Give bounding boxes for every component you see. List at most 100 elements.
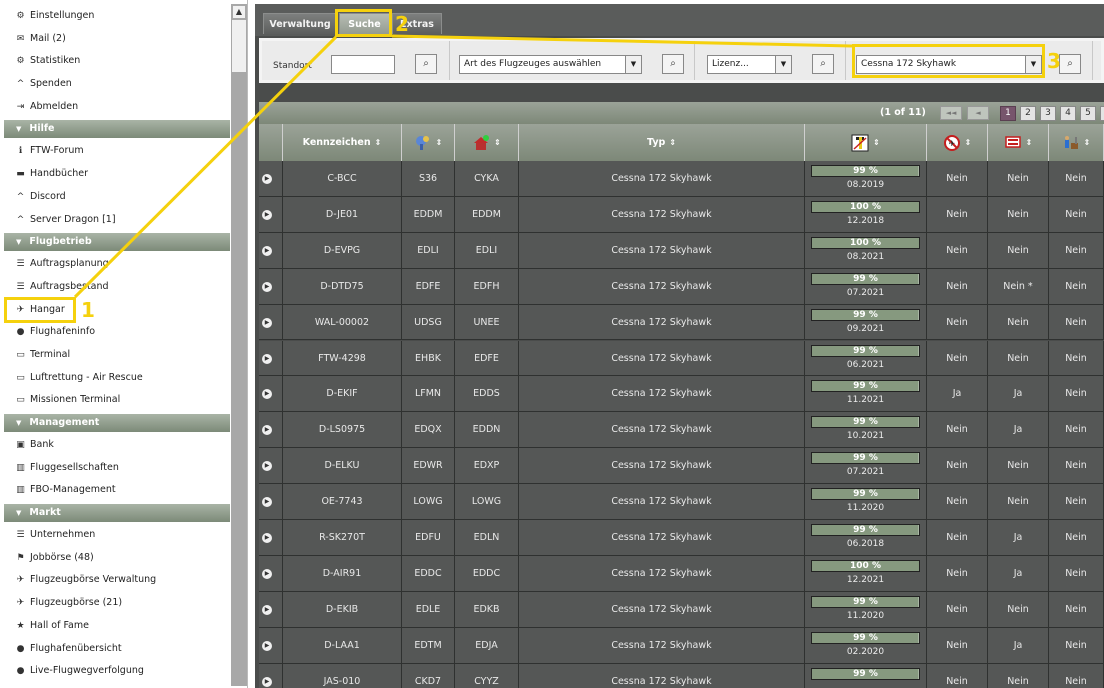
aircraft-type-select[interactable]: Art des Flugzeuges auswählen ▼ <box>459 55 642 74</box>
sidebar-item-discord[interactable]: ^ Discord <box>4 186 230 209</box>
sidebar-item-abmelden[interactable]: ⇥ Abmelden <box>4 96 230 119</box>
header-service[interactable]: ⇕ <box>1049 124 1104 161</box>
table-row[interactable]: ▶ D-DTD75 EDFE EDFH Cessna 172 Skyhawk 99 % 07… <box>259 268 1104 305</box>
license-search-button[interactable]: ⌕ <box>812 54 834 74</box>
sidebar-item-live-flugwegverfolgung[interactable]: ● Live-Flugwegverfolgung <box>4 660 230 683</box>
table-row[interactable]: ▶ D-EKIB EDLE EDKB Cessna 172 Skyhawk 99 % 11.… <box>259 591 1104 628</box>
sidebar-scrollbar[interactable]: ▲ <box>231 4 247 686</box>
main-panel: Verwaltung Suche Extras Standort ⌕ Art d… <box>255 4 1104 688</box>
cell-service: Nein <box>1049 412 1104 449</box>
prev-page-button[interactable]: ◄ <box>967 106 989 120</box>
sidebar-item-flugzeugbörse-21[interactable]: ✈ Flugzeugbörse (21) <box>4 592 230 615</box>
scroll-thumb[interactable] <box>232 20 246 72</box>
sidebar-section-markt[interactable]: ▼ Markt <box>4 504 230 523</box>
table-row[interactable]: ▶ R-SK270T EDFU EDLN Cessna 172 Skyhawk 99 % 0… <box>259 520 1104 556</box>
header-typ[interactable]: Typ ⇕ <box>519 124 805 161</box>
sidebar-item-unternehmen[interactable]: ☰ Unternehmen <box>4 524 230 547</box>
building-icon: ▥ <box>16 462 25 473</box>
table-row[interactable]: ▶ D-JE01 EDDM EDDM Cessna 172 Skyhawk 100 % 12… <box>259 196 1104 233</box>
table-row[interactable]: ▶ C-BCC S36 CYKA Cessna 172 Skyhawk 99 % 08.20… <box>259 161 1104 197</box>
header-location[interactable]: ⇕ <box>402 124 455 161</box>
sidebar-item-terminal[interactable]: ▭ Terminal <box>4 344 230 367</box>
expand-row-icon[interactable]: ▶ <box>262 640 272 651</box>
table-row[interactable]: ▶ D-EKIF LFMN EDDS Cessna 172 Skyhawk 99 % 11.… <box>259 376 1104 413</box>
expand-row-icon[interactable]: ▶ <box>262 209 272 220</box>
sidebar-item-bank[interactable]: ▣ Bank <box>4 434 230 457</box>
sidebar-item-luftrettung-air-rescue[interactable]: ▭ Luftrettung - Air Rescue <box>4 367 230 390</box>
expand-row-icon[interactable]: ▶ <box>262 461 272 472</box>
sidebar-item-server-dragon-1[interactable]: ^ Server Dragon [1] <box>4 209 230 232</box>
stats-icon: ⚙ <box>16 56 25 67</box>
sidebar-item-fbo-management[interactable]: ▥ FBO-Management <box>4 479 230 502</box>
page-button-5[interactable]: 5 <box>1080 106 1096 121</box>
cell-condition: 99 % 08.2019 <box>805 161 927 197</box>
header-fbo[interactable]: ⇕ <box>988 124 1049 161</box>
sidebar-item-fluggesellschaften[interactable]: ▥ Fluggesellschaften <box>4 457 230 480</box>
sidebar-item-spenden[interactable]: ^ Spenden <box>4 73 230 96</box>
table-row[interactable]: ▶ D-LAA1 EDTM EDJA Cessna 172 Skyhawk 99 % 02.… <box>259 627 1104 664</box>
page-button-6[interactable]: 6 <box>1100 106 1104 121</box>
sidebar-item-statistiken[interactable]: ⚙ Statistiken <box>4 50 230 73</box>
chevron-down-icon[interactable]: ▼ <box>625 56 641 73</box>
expand-row-icon[interactable]: ▶ <box>262 497 272 508</box>
expand-row-icon[interactable]: ▶ <box>262 425 272 436</box>
cell-kennzeichen: D-EKIB <box>283 591 402 628</box>
page-button-1[interactable]: 1 <box>1000 106 1016 121</box>
expand-row-icon[interactable]: ▶ <box>262 353 272 364</box>
sidebar-item-einstellungen[interactable]: ⚙ Einstellungen <box>4 5 230 28</box>
sidebar-section-flugbetrieb[interactable]: ▼ Flugbetrieb <box>4 233 230 252</box>
expand-row-icon[interactable]: ▶ <box>262 245 272 256</box>
expand-row-icon[interactable]: ▶ <box>262 389 272 400</box>
cell-fbo: Nein <box>988 484 1049 520</box>
header-homebase[interactable]: ⇕ <box>455 124 519 161</box>
table-row[interactable]: ▶ OE-7743 LOWG LOWG Cessna 172 Skyhawk 99 % 11… <box>259 484 1104 520</box>
annotation-box-hangar <box>4 297 76 323</box>
sidebar-item-flughafenübersicht[interactable]: ● Flughafenübersicht <box>4 638 230 661</box>
table-row[interactable]: ▶ D-EVPG EDLI EDLI Cessna 172 Skyhawk 100 % 08… <box>259 232 1104 269</box>
sidebar-item-ftw-forum[interactable]: ℹ FTW-Forum <box>4 140 230 163</box>
table-row[interactable]: ▶ WAL-00002 UDSG UNEE Cessna 172 Skyhawk 99 %… <box>259 304 1104 341</box>
sidebar-item-auftragsplanung[interactable]: ☰ Auftragsplanung <box>4 253 230 276</box>
tab-verwaltung[interactable]: Verwaltung <box>263 13 337 34</box>
sidebar-item-handbücher[interactable]: ▬ Handbücher <box>4 163 230 186</box>
chevron-down-icon[interactable]: ▼ <box>775 56 791 73</box>
sidebar-section-hilfe[interactable]: ▼ Hilfe <box>4 120 230 139</box>
standort-search-button[interactable]: ⌕ <box>415 54 437 74</box>
header-condition[interactable]: ⇕ <box>805 124 927 161</box>
expand-row-icon[interactable]: ▶ <box>262 568 272 579</box>
page-button-4[interactable]: 4 <box>1060 106 1076 121</box>
page-button-3[interactable]: 3 <box>1040 106 1056 121</box>
table-row[interactable]: ▶ D-ELKU EDWR EDXP Cessna 172 Skyhawk 99 % 07.… <box>259 448 1104 485</box>
model-search-button[interactable]: ⌕ <box>1059 54 1081 74</box>
sidebar-item-auftragsbestand[interactable]: ☰ Auftragsbestand <box>4 276 230 299</box>
license-select[interactable]: Lizenz... ▼ <box>707 55 792 74</box>
first-page-button[interactable]: ◄◄ <box>940 106 962 120</box>
table-row[interactable]: ▶ FTW-4298 EHBK EDFE Cessna 172 Skyhawk 99 % 0… <box>259 340 1104 377</box>
scroll-up-icon[interactable]: ▲ <box>233 6 245 18</box>
expand-row-icon[interactable]: ▶ <box>262 317 272 328</box>
sidebar-item-mail-2[interactable]: ✉ Mail (2) <box>4 28 230 51</box>
sidebar-item-missionen-terminal[interactable]: ▭ Missionen Terminal <box>4 389 230 412</box>
header-kennzeichen[interactable]: Kennzeichen ⇕ <box>283 124 402 161</box>
sidebar-item-flugzeugbörse-verwaltung[interactable]: ✈ Flugzeugbörse Verwaltung <box>4 569 230 592</box>
sidebar-item-hall-of-fame[interactable]: ★ Hall of Fame <box>4 615 230 638</box>
table-row[interactable]: ▶ D-LS0975 EDQX EDDN Cessna 172 Skyhawk 99 % 1… <box>259 412 1104 449</box>
cell-typ: Cessna 172 Skyhawk <box>519 448 805 485</box>
header-no-flight[interactable]: ✈ ⇕ <box>927 124 988 161</box>
laptop-icon: ▭ <box>16 349 25 360</box>
sidebar-item-flughafeninfo[interactable]: ● Flughafeninfo <box>4 321 230 344</box>
table-row[interactable]: ▶ D-AIR91 EDDC EDDC Cessna 172 Skyhawk 100 % 1… <box>259 555 1104 592</box>
page-button-2[interactable]: 2 <box>1020 106 1036 121</box>
expand-row-icon[interactable]: ▶ <box>262 533 272 543</box>
table-row[interactable]: ▶ JAS-010 CKD7 CYYZ Cessna 172 Skyhawk 99 % Ne… <box>259 663 1104 688</box>
sidebar-section-management[interactable]: ▼ Management <box>4 414 230 432</box>
expand-row-icon[interactable]: ▶ <box>262 281 272 292</box>
expand-row-icon[interactable]: ▶ <box>262 676 272 687</box>
expand-row-icon[interactable]: ▶ <box>262 174 272 184</box>
expand-row-icon[interactable]: ▶ <box>262 604 272 615</box>
aircraft-type-search-button[interactable]: ⌕ <box>662 54 684 74</box>
cell-no-flight: Nein <box>927 484 988 520</box>
sidebar-item-jobbörse-48[interactable]: ⚑ Jobbörse (48) <box>4 547 230 570</box>
standort-input[interactable] <box>331 55 395 74</box>
cell-homebase: EDLI <box>455 232 519 269</box>
